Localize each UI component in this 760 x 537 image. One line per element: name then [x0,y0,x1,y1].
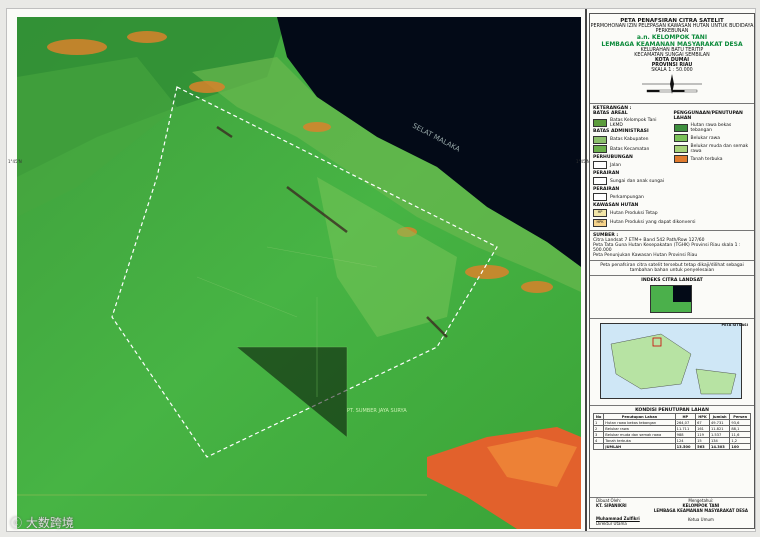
legend-label: Batas Kelompok Tani LKMD [610,117,657,128]
legend-label: Sungai dan anak sungai [610,178,665,184]
sig-org-full: LEMBAGA KEAMANAN MASYARAKAT DESA [653,508,748,513]
lat-tick-right: 1°45'N [576,159,590,164]
landcover-table-section: KONDISI PENUTUPAN LAHAN No Penutupan Lah… [590,405,754,452]
legend-swatch [593,161,607,169]
situation-map [600,323,742,399]
map-sheet: SELAT MALAKA PT. SUMBER JAYA SURYA 1°45'… [6,8,756,532]
legend-label: Hutan rawa bekas tebangan [690,122,732,133]
legend-label: Hutan Produksi Tetap [610,210,658,216]
sig-role: Ketua Umum [687,517,714,522]
legend-group: BATAS AREAL [593,111,628,116]
source-item: Peta Tata Guna Hutan Kesepakatan (TGHK) … [593,243,741,253]
legend-label: Belukar rawa [690,135,721,141]
legend-label: Perkampungan [610,194,644,200]
legend-label: Batas Kabupaten [610,137,649,142]
table-cell: 13.500 [674,443,697,450]
legend-group: PERAIRAN [593,170,620,176]
satellite-map[interactable]: SELAT MALAKA PT. SUMBER JAYA SURYA [17,17,581,529]
compass-scalebar [642,74,702,94]
source-section: SUMBER : Citra Landsat 7 ETM+ Band 542 P… [590,230,754,260]
legend-section: KETERANGAN : BATAS AREAL Batas Kelompok … [590,103,754,230]
watermark: ⓒ 大数跨境 [10,516,74,530]
landcover-table: No Penutupan Lahan HP HPK Jumlah Persen … [592,413,751,450]
signature-right: Mengetahui: KELOMPOK TANI LEMBAGA KEAMAN… [654,498,748,526]
legend-group: PERHUBUNGAN [593,154,633,160]
table-cell: 14.303 [708,443,731,450]
legend-swatch [593,193,607,201]
legend-label: Jalan [610,162,621,168]
legend-right: PENGGUNAAN/PENUTUPAN LAHAN Hutan rawa be… [673,111,752,203]
map-subtitle: PERMOHONAN IZIN PELEPASAN KAWASAN HUTAN … [590,24,754,34]
landsat-inset-map [650,285,692,313]
signature-left: Dibuat Oleh: KT. SIPANIKRI Muhammad Zulf… [596,498,640,526]
source-item: Peta Penunjukan Kawasan Hutan Provinsi R… [593,253,698,258]
situation-title: PETA SITUASI [721,323,748,327]
note-section: Peta penafsiran citra satelit tersebut t… [590,260,754,275]
note-text: Peta penafsiran citra satelit tersebut t… [600,263,744,273]
table-cell: JUMLAH [603,443,676,450]
legend-label: Belukar muda dan semak rawa [690,143,749,154]
area-label: PT. SUMBER JAYA SURYA [347,408,407,414]
kawasan-code: HPK [593,218,607,227]
legend-swatch [593,135,607,144]
group-name: a.n. KELOMPOK TANI [636,34,708,41]
legend-swatch [593,118,607,127]
satellite-map-frame: SELAT MALAKA PT. SUMBER JAYA SURYA 1°45'… [7,9,590,531]
inset-landsat: INDEKS CITRA LANDSAT [590,275,754,318]
kawasan-title: KAWASAN HUTAN [593,202,639,208]
legend-swatch [673,155,688,163]
legend-label: Tanah terbuka [690,156,723,162]
legend-group: PERAIRAN [593,186,620,192]
legend-swatch [673,134,688,142]
legend-label: Hutan Produksi yang dapat dikonversi [610,220,696,225]
inset-title: INDEKS CITRA LANDSAT [641,278,703,283]
legend-swatch [593,145,607,153]
legend-swatch [673,123,688,132]
inset-situation: PETA SITUASI [590,318,754,405]
legend-group: BATAS ADMINISTRASI [593,129,649,134]
legend-swatch [593,177,607,185]
legend-left: BATAS AREAL Batas Kelompok Tani LKMD BAT… [593,111,671,203]
sig-role: Direktur Utama [596,521,627,526]
kawasan-code: HP [593,209,607,217]
org-name: LEMBAGA KEAMANAN MASYARAKAT DESA [601,41,743,48]
legend-swatch [673,144,688,153]
table-row-total: JUMLAH 13.500 563 14.303 100 [592,443,751,450]
table-cell [592,443,605,450]
legend-panel: PETA PENAFSIRAN CITRA SATELIT PERMOHONAN… [589,13,755,529]
title-block: PETA PENAFSIRAN CITRA SATELIT PERMOHONAN… [590,18,754,97]
table-cell: 100 [729,443,751,450]
table-cell: 563 [695,443,710,450]
signature-block: Dibuat Oleh: KT. SIPANIKRI Muhammad Zulf… [590,497,754,526]
legend-right-title: PENGGUNAAN/PENUTUPAN LAHAN [673,111,743,121]
lat-tick-left: 1°45'N [8,159,22,164]
legend-label: Batas Kecamatan [610,146,650,152]
